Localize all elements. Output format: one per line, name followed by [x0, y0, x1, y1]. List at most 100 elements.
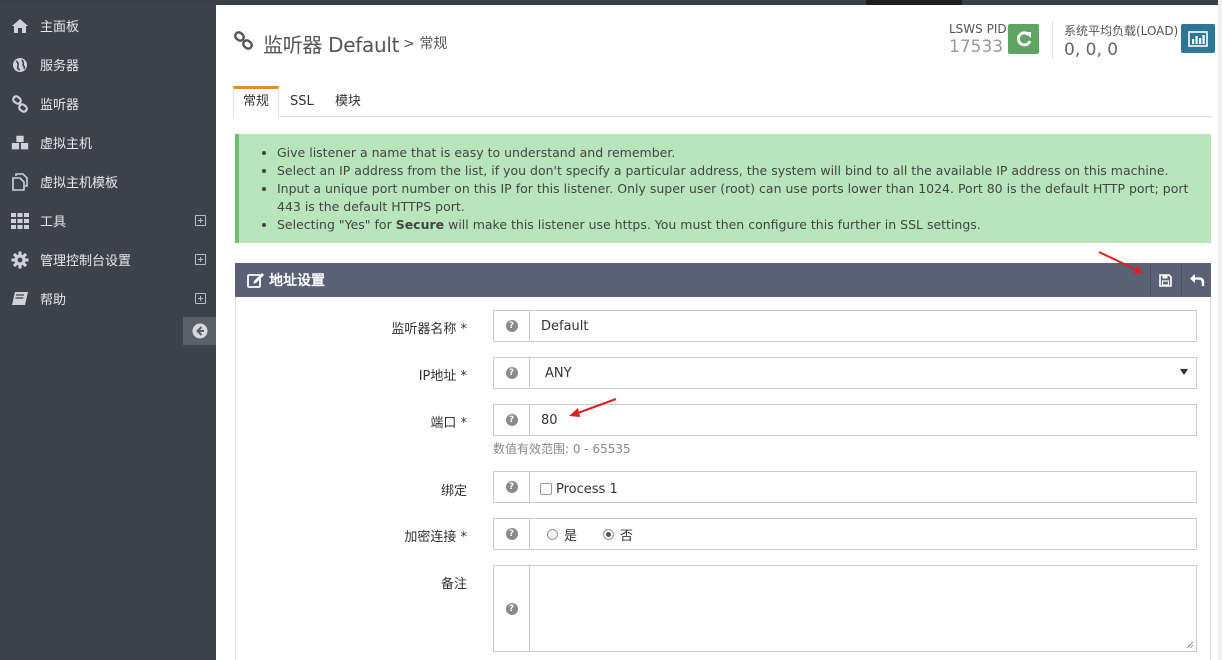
header-divider	[1052, 22, 1053, 58]
tab-general[interactable]: 常规	[233, 86, 279, 118]
sidebar-collapse-button[interactable]	[183, 317, 216, 345]
info-list: Give listener a name that is easy to und…	[277, 144, 1197, 234]
page-title: 监听器 Default	[263, 32, 400, 57]
globe-icon	[10, 55, 30, 75]
restart-button[interactable]	[1008, 24, 1039, 54]
secure-options: 是 否	[530, 519, 1196, 549]
pid-value: 17533	[949, 37, 1004, 57]
sidebar-item-label: 虚拟主机	[40, 137, 93, 152]
port-label: 端口 *	[430, 416, 467, 431]
back-button[interactable]	[1181, 263, 1211, 297]
copy-icon	[10, 172, 30, 192]
sidebar-item-tools[interactable]: 工具	[0, 201, 216, 240]
notes-label: 备注	[440, 577, 467, 592]
tab-modules[interactable]: 模块	[335, 86, 361, 117]
help-icon[interactable]: ?	[494, 311, 530, 341]
info-item: Selecting "Yes" for Secure will make thi…	[277, 216, 1197, 234]
secure-field[interactable]: ? 是 否	[493, 518, 1197, 550]
sidebar-item-label: 主面板	[40, 20, 80, 35]
link-icon	[233, 31, 255, 55]
info-item: Input a unique port number on this IP fo…	[277, 180, 1197, 216]
sidebar-item-virtual-hosts[interactable]: 虚拟主机	[0, 123, 216, 162]
info-item: Give listener a name that is easy to und…	[277, 144, 1197, 162]
page-scrollbar[interactable]	[1218, 0, 1222, 660]
sidebar-item-label: 管理控制台设置	[40, 254, 132, 269]
top-strip-block	[866, 0, 962, 5]
undo-icon	[1189, 274, 1204, 286]
cubes-icon	[10, 133, 30, 153]
info-item: Select an IP address from the list, if y…	[277, 162, 1197, 180]
sidebar-item-label: 监听器	[40, 98, 80, 113]
listener-name-input[interactable]: Default	[530, 311, 1196, 341]
binding-field[interactable]: ? Process 1	[493, 471, 1197, 503]
expand-plus-icon[interactable]	[195, 215, 206, 226]
save-icon	[1159, 273, 1172, 287]
sidebar-item-vhost-templates[interactable]: 虚拟主机模板	[0, 162, 216, 201]
port-hint: 数值有效范围: 0 - 65535	[493, 442, 631, 456]
expand-plus-icon[interactable]	[195, 254, 206, 265]
secure-yes-label: 是	[564, 528, 578, 544]
load-box: 系统平均负载(LOAD) 0, 0, 0	[1064, 22, 1178, 60]
bar-chart-icon	[1188, 30, 1208, 47]
info-text: will make this listener use https. You m…	[444, 217, 981, 232]
help-icon[interactable]: ?	[494, 405, 530, 435]
tab-ssl[interactable]: SSL	[290, 86, 314, 117]
pid-label: LSWS PID	[949, 22, 1007, 36]
process-checkbox[interactable]	[540, 483, 552, 495]
sidebar-item-server[interactable]: 服务器	[0, 45, 216, 84]
port-input[interactable]: 80	[530, 405, 1196, 435]
help-icon[interactable]: ?	[494, 472, 530, 502]
panel-title: 地址设置	[247, 263, 325, 297]
load-label: 系统平均负载(LOAD)	[1064, 24, 1179, 38]
gear-icon	[10, 250, 30, 270]
ip-address-value: ANY	[545, 365, 572, 381]
panel-header: 地址设置	[235, 263, 1211, 297]
info-alert: Give listener a name that is easy to und…	[235, 134, 1211, 243]
panel-title-text: 地址设置	[269, 273, 325, 289]
home-icon	[10, 16, 30, 36]
page-subtitle: > 常规	[403, 36, 448, 52]
port-field[interactable]: ? 80	[493, 404, 1197, 436]
sidebar-item-help[interactable]: 帮助	[0, 279, 216, 318]
process-checkbox-label: Process 1	[556, 481, 618, 497]
secure-yes-radio[interactable]	[547, 528, 558, 540]
binding-label: 绑定	[440, 484, 467, 499]
notes-field[interactable]: ?	[493, 565, 1197, 652]
sidebar-item-label: 帮助	[40, 293, 67, 308]
load-value: 0, 0, 0	[1064, 40, 1119, 60]
info-text: Selecting "Yes" for	[277, 217, 396, 232]
link-icon	[10, 94, 30, 114]
sidebar-item-console-settings[interactable]: 管理控制台设置	[0, 240, 216, 279]
notes-textarea[interactable]	[530, 566, 1196, 651]
edit-icon	[247, 273, 264, 288]
sidebar-item-label: 服务器	[40, 59, 80, 74]
sidebar-item-label: 虚拟主机模板	[40, 176, 119, 191]
sidebar-item-listeners[interactable]: 监听器	[0, 84, 216, 123]
arrow-left-circle-icon	[192, 323, 207, 339]
grid-icon	[10, 211, 30, 231]
secure-label: 加密连接 *	[404, 530, 467, 545]
help-icon[interactable]: ?	[494, 566, 530, 651]
ip-address-field[interactable]: ? ANY	[493, 357, 1197, 389]
sidebar-item-label: 工具	[40, 215, 67, 230]
pid-box: LSWS PID 17533	[949, 22, 1007, 57]
page-header: 监听器 Default > 常规	[233, 28, 447, 58]
book-icon	[10, 289, 30, 309]
save-button[interactable]	[1150, 263, 1180, 297]
ip-address-select[interactable]: ANY	[530, 358, 1196, 388]
chevron-down-icon	[1180, 369, 1188, 375]
sidebar-item-dashboard[interactable]: 主面板	[0, 6, 216, 45]
ip-address-label: IP地址 *	[418, 369, 467, 384]
resize-handle-icon[interactable]	[1186, 641, 1194, 649]
help-icon[interactable]: ?	[494, 519, 530, 549]
info-bold: Secure	[395, 217, 445, 232]
secure-no-label: 否	[620, 528, 634, 544]
listener-name-label: 监听器名称 *	[391, 322, 467, 337]
listener-name-field[interactable]: ? Default	[493, 310, 1197, 342]
refresh-icon	[1016, 31, 1031, 47]
expand-plus-icon[interactable]	[195, 293, 206, 304]
secure-no-radio[interactable]	[603, 528, 615, 540]
load-chart-button[interactable]	[1181, 24, 1215, 53]
tab-bar: 常规 SSL 模块	[233, 86, 1212, 118]
help-icon[interactable]: ?	[494, 358, 530, 388]
